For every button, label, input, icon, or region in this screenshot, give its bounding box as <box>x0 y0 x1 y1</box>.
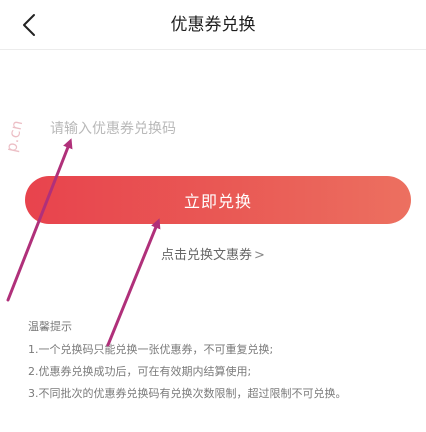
redeem-text-coupon-link[interactable]: 点击兑换文惠券 > <box>0 244 426 263</box>
redeem-text-coupon-label: 点击兑换文惠券 <box>161 248 253 263</box>
coupon-code-input[interactable] <box>50 114 380 144</box>
chevron-right-icon: > <box>254 248 265 263</box>
tips-item: 2.优惠券兑换成功后，可在有效期内结算使用; <box>28 365 252 378</box>
tips-item: 3.不同批次的优惠券兑换码有兑换次数限制，超过限制不可兑换。 <box>28 387 347 400</box>
tips-item: 1.一个兑换码只能兑换一张优惠券，不可重复兑换; <box>28 343 274 356</box>
coupon-redeem-page: 优惠券兑换 立即兑换 点击兑换文惠券> 温馨提示 1.一个兑换码只能兑换一张优惠… <box>0 0 426 432</box>
page-title: 优惠券兑换 <box>170 15 256 35</box>
watermark: p.cn <box>2 118 27 154</box>
tips-title: 温馨提示 <box>28 320 72 333</box>
navbar: 优惠券兑换 <box>0 0 426 50</box>
tips-section: 温馨提示 1.一个兑换码只能兑换一张优惠券，不可重复兑换; 2.优惠券兑换成功后… <box>28 318 408 404</box>
redeem-now-button[interactable]: 立即兑换 <box>25 176 411 224</box>
